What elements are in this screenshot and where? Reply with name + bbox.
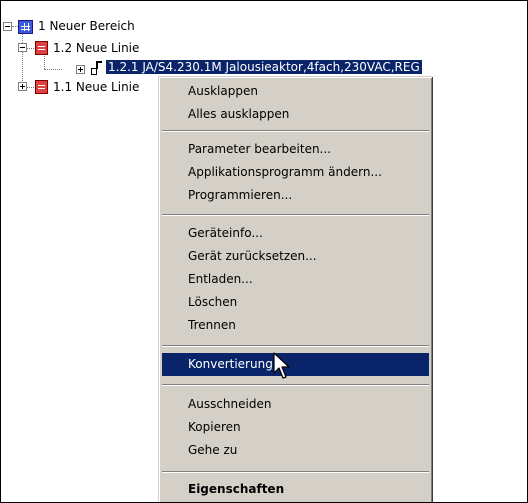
tree-node-label: 1.2.1 JA/S4.230.1M Jalousieaktor,4fach,2…: [106, 60, 422, 74]
menu-item-loeschen[interactable]: Löschen: [162, 291, 429, 314]
menu-item-eigenschaften[interactable]: Eigenschaften: [162, 478, 429, 501]
tree-connector: [44, 53, 45, 69]
tree-connector: [44, 69, 62, 70]
tree-node-label: 1.1 Neue Linie: [53, 80, 140, 94]
menu-item-trennen[interactable]: Trennen: [162, 314, 429, 337]
menu-separator: [162, 471, 429, 473]
menu-item-kopieren[interactable]: Kopieren: [162, 416, 429, 439]
collapse-toggle[interactable]: [3, 22, 12, 31]
context-menu: Ausklappen Alles ausklappen Parameter be…: [158, 76, 432, 502]
menu-item-applikationsprogramm[interactable]: Applikationsprogramm ändern...: [162, 161, 429, 184]
menu-item-ausklappen[interactable]: Ausklappen: [162, 80, 429, 103]
collapse-toggle[interactable]: [18, 43, 27, 52]
tree-node-line[interactable]: 1.2 Neue Linie: [53, 41, 139, 56]
tree-panel: 1 Neuer Bereich 1.2 Neue Linie 1.2.1 JA/…: [0, 0, 528, 503]
line-icon: [35, 80, 48, 94]
expand-toggle[interactable]: [18, 82, 27, 91]
menu-item-programmieren[interactable]: Programmieren...: [162, 184, 429, 207]
menu-separator: [162, 384, 429, 386]
menu-item-parameter-bearbeiten[interactable]: Parameter bearbeiten...: [162, 138, 429, 161]
expand-toggle[interactable]: [76, 65, 85, 74]
device-icon: [91, 61, 103, 75]
tree-node-label: 1.2 Neue Linie: [53, 41, 140, 55]
tree-node-label: 1 Neuer Bereich: [38, 19, 135, 33]
menu-item-konvertierung[interactable]: Konvertierung: [162, 353, 429, 376]
menu-separator: [162, 130, 429, 132]
menu-item-geraeteinfo[interactable]: Geräteinfo...: [162, 222, 429, 245]
mouse-pointer-icon: [273, 352, 290, 379]
menu-separator: [162, 214, 429, 216]
menu-item-alles-ausklappen[interactable]: Alles ausklappen: [162, 103, 429, 126]
menu-item-ausschneiden[interactable]: Ausschneiden: [162, 393, 429, 416]
tree-node-device[interactable]: 1.2.1 JA/S4.230.1M Jalousieaktor,4fach,2…: [106, 60, 422, 75]
menu-item-gehe-zu[interactable]: Gehe zu: [162, 439, 429, 462]
tree-node-line[interactable]: 1.1 Neue Linie: [53, 80, 139, 95]
line-icon: [35, 41, 48, 55]
tree-node-area[interactable]: 1 Neuer Bereich: [38, 19, 135, 34]
menu-item-geraet-zuruecksetzen[interactable]: Gerät zurücksetzen...: [162, 245, 429, 268]
menu-item-entladen[interactable]: Entladen...: [162, 268, 429, 291]
menu-separator: [162, 345, 429, 347]
building-area-icon: [18, 20, 33, 34]
